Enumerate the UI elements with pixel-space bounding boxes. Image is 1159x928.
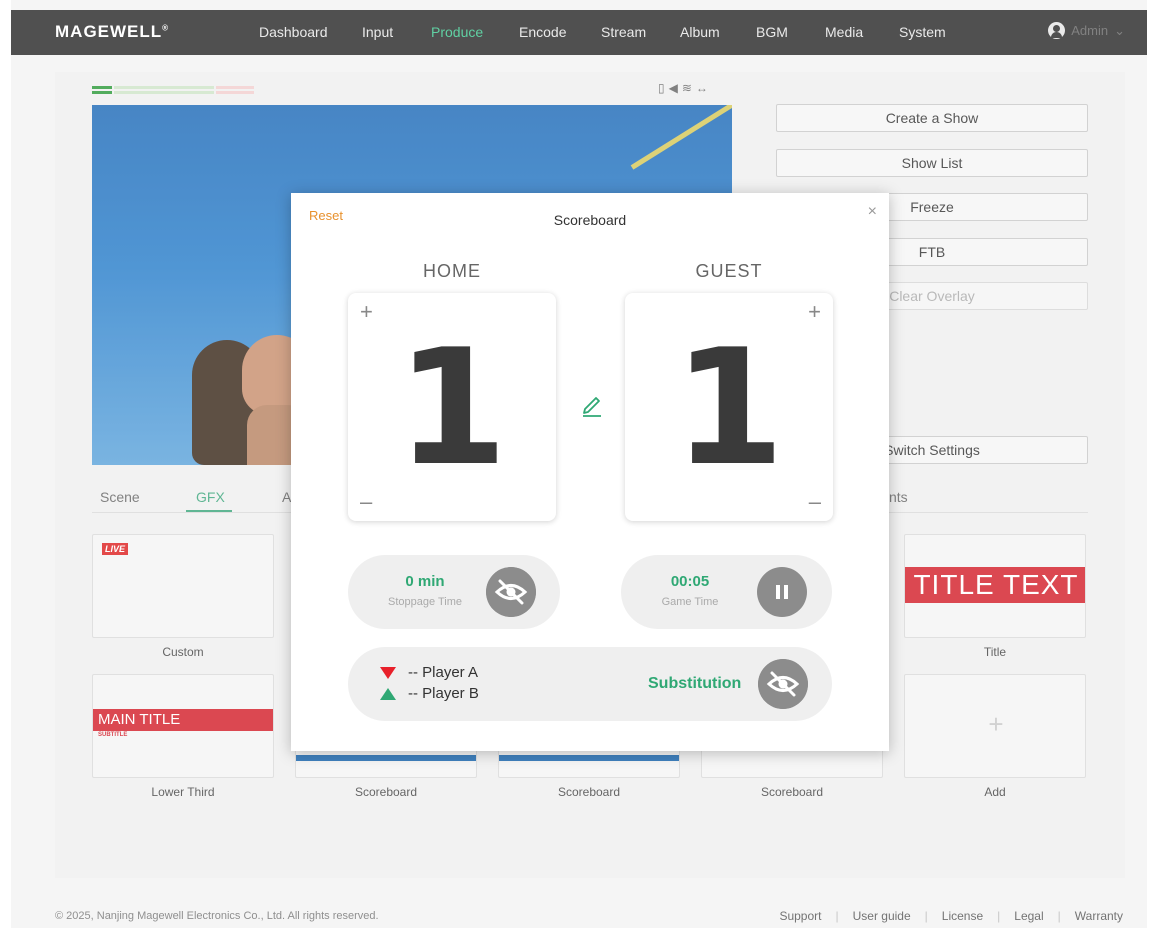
scoreboard-dialog: Reset Scoreboard × HOME GUEST + 1 – + 1 … <box>291 193 889 751</box>
hide-stoppage-icon[interactable] <box>486 567 536 617</box>
player-a-label: -- Player A <box>408 664 479 681</box>
home-score-box: + 1 – <box>348 293 556 521</box>
player-out-icon <box>380 666 396 679</box>
player-b-label: -- Player B <box>408 685 479 702</box>
player-in-icon <box>380 687 396 700</box>
guest-score-box: + 1 – <box>625 293 833 521</box>
substitution-label: Substitution <box>648 675 742 692</box>
home-team-name: HOME <box>423 261 481 281</box>
hide-substitution-icon[interactable] <box>758 659 808 709</box>
player-a-row: -- Player A <box>380 664 478 681</box>
stoppage-time-control: 0 min Stoppage Time <box>348 555 560 629</box>
game-time-control: 00:05 Game Time <box>621 555 832 629</box>
home-score: 1 <box>396 314 508 501</box>
pause-icon[interactable] <box>757 567 807 617</box>
guest-score: 1 <box>673 314 785 501</box>
stoppage-time-value: 0 min <box>405 573 445 590</box>
player-b-row: -- Player B <box>380 685 479 702</box>
substitution-control: -- Player A -- Player B Substitution <box>348 647 832 721</box>
game-time-label: Game Time <box>661 596 719 608</box>
dialog-title: Scoreboard <box>553 212 627 228</box>
guest-team-name: GUEST <box>695 261 763 281</box>
home-decrement-button[interactable]: – <box>360 489 372 515</box>
guest-decrement-button[interactable]: – <box>809 489 821 515</box>
game-time-value: 00:05 <box>670 573 710 590</box>
stoppage-time-label: Stoppage Time <box>388 596 462 608</box>
edit-pencil-icon[interactable] <box>577 389 607 419</box>
close-icon[interactable]: × <box>868 203 877 221</box>
